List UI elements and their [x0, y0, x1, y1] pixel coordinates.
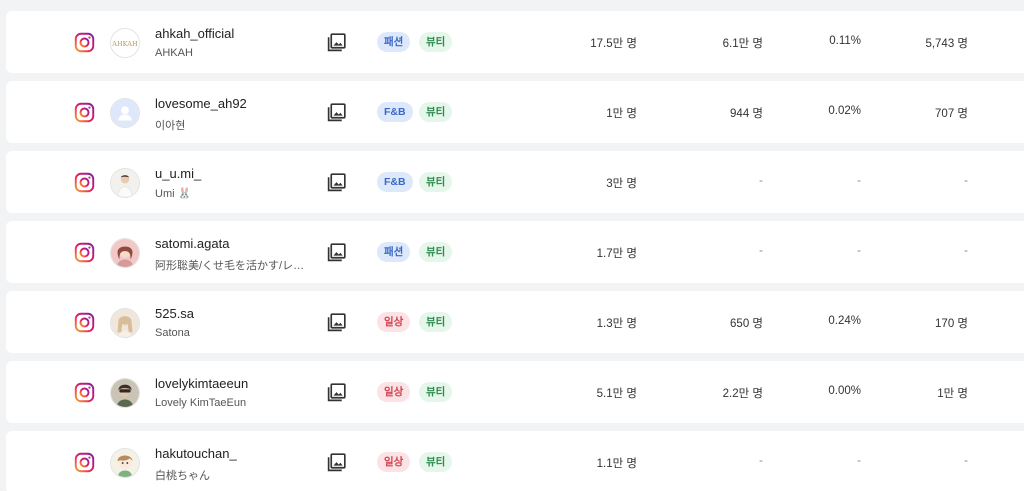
- image-gallery-icon[interactable]: [326, 172, 347, 193]
- image-gallery-icon[interactable]: [326, 452, 347, 473]
- avg-likes: -: [964, 245, 968, 257]
- avatar[interactable]: [110, 238, 140, 268]
- username[interactable]: 525.sa: [155, 306, 194, 321]
- instagram-icon[interactable]: [74, 452, 95, 473]
- category-tag: 일상: [377, 312, 411, 332]
- avatar[interactable]: [110, 308, 140, 338]
- avg-reach: 650 명: [730, 318, 763, 330]
- beauty-tag: 뷰티: [419, 242, 453, 262]
- avg-likes: -: [964, 455, 968, 467]
- display-name: Lovely KimTaeEun: [155, 397, 247, 409]
- engagement-rate: 0.02%: [828, 105, 861, 117]
- avatar[interactable]: [110, 98, 140, 128]
- username[interactable]: u_u.mi_: [155, 166, 201, 181]
- table-row[interactable]: hakutouchan_ 白桃ちゃん 일상 뷰티 1.1만 명 - - -: [6, 431, 1024, 491]
- engagement-rate: -: [857, 175, 861, 187]
- display-name: 阿形聡美/くせ毛を活かす/レイ…: [155, 260, 310, 272]
- followers: 5.1만 명: [596, 388, 637, 400]
- display-name: Umi 🐰: [155, 188, 192, 200]
- display-name: 白桃ちゃん: [155, 470, 210, 482]
- engagement-rate: 0.11%: [829, 35, 861, 47]
- instagram-icon[interactable]: [74, 312, 95, 333]
- followers: 3만 명: [606, 178, 637, 190]
- instagram-icon[interactable]: [74, 102, 95, 123]
- engagement-rate: 0.24%: [828, 315, 861, 327]
- image-gallery-icon[interactable]: [326, 242, 347, 263]
- followers: 1.7만 명: [596, 248, 637, 260]
- avg-likes: 1만 명: [937, 388, 968, 400]
- avg-reach: 6.1만 명: [722, 38, 763, 50]
- followers: 1.1만 명: [596, 458, 637, 470]
- category-tag: 패션: [377, 32, 411, 52]
- avg-likes: -: [964, 175, 968, 187]
- instagram-icon[interactable]: [74, 382, 95, 403]
- category-tag: 일상: [377, 452, 411, 472]
- image-gallery-icon[interactable]: [326, 102, 347, 123]
- beauty-tag: 뷰티: [419, 172, 453, 192]
- beauty-tag: 뷰티: [419, 452, 453, 472]
- engagement-rate: 0.00%: [828, 385, 861, 397]
- table-row[interactable]: satomi.agata 阿形聡美/くせ毛を活かす/レイ… 패션 뷰티 1.7만…: [6, 221, 1024, 283]
- image-gallery-icon[interactable]: [326, 312, 347, 333]
- followers: 1.3만 명: [596, 318, 637, 330]
- beauty-tag: 뷰티: [419, 382, 453, 402]
- username[interactable]: satomi.agata: [155, 236, 229, 251]
- table-row[interactable]: lovelykimtaeeun Lovely KimTaeEun 일상 뷰티 5…: [6, 361, 1024, 423]
- display-name: AHKAH: [155, 47, 193, 59]
- avg-reach: 2.2만 명: [722, 388, 763, 400]
- influencer-list: AHKAH ahkah_official AHKAH 패션 뷰티 17.5만 명…: [0, 0, 1024, 491]
- username[interactable]: hakutouchan_: [155, 446, 237, 461]
- beauty-tag: 뷰티: [419, 32, 453, 52]
- display-name: Satona: [155, 327, 190, 339]
- avatar[interactable]: AHKAH: [110, 28, 140, 58]
- username[interactable]: lovelykimtaeeun: [155, 376, 248, 391]
- avatar[interactable]: [110, 378, 140, 408]
- instagram-icon[interactable]: [74, 242, 95, 263]
- table-row[interactable]: lovesome_ah92 이아현 F&B 뷰티 1만 명 944 명 0.02…: [6, 81, 1024, 143]
- category-tag: 패션: [377, 242, 411, 262]
- display-name: 이아현: [155, 120, 186, 132]
- avg-likes: 5,743 명: [925, 38, 968, 50]
- followers: 17.5만 명: [590, 38, 637, 50]
- beauty-tag: 뷰티: [419, 312, 453, 332]
- avg-reach: 944 명: [730, 108, 763, 120]
- beauty-tag: 뷰티: [419, 102, 453, 122]
- followers: 1만 명: [606, 108, 637, 120]
- table-row[interactable]: AHKAH ahkah_official AHKAH 패션 뷰티 17.5만 명…: [6, 11, 1024, 73]
- svg-text:AHKAH: AHKAH: [111, 40, 138, 48]
- category-tag: F&B: [377, 172, 413, 192]
- table-row[interactable]: u_u.mi_ Umi 🐰 F&B 뷰티 3만 명 - - -: [6, 151, 1024, 213]
- image-gallery-icon[interactable]: [326, 32, 347, 53]
- image-gallery-icon[interactable]: [326, 382, 347, 403]
- avg-likes: 707 명: [935, 108, 968, 120]
- avg-reach: -: [759, 245, 763, 257]
- table-row[interactable]: 525.sa Satona 일상 뷰티 1.3만 명 650 명 0.24% 1…: [6, 291, 1024, 353]
- username[interactable]: ahkah_official: [155, 26, 234, 41]
- engagement-rate: -: [857, 455, 861, 467]
- avatar[interactable]: [110, 448, 140, 478]
- instagram-icon[interactable]: [74, 172, 95, 193]
- username[interactable]: lovesome_ah92: [155, 96, 247, 111]
- engagement-rate: -: [857, 245, 861, 257]
- avatar[interactable]: [110, 168, 140, 198]
- avg-reach: -: [759, 455, 763, 467]
- avg-likes: 170 명: [935, 318, 968, 330]
- avg-reach: -: [759, 175, 763, 187]
- instagram-icon[interactable]: [74, 32, 95, 53]
- category-tag: F&B: [377, 102, 413, 122]
- category-tag: 일상: [377, 382, 411, 402]
